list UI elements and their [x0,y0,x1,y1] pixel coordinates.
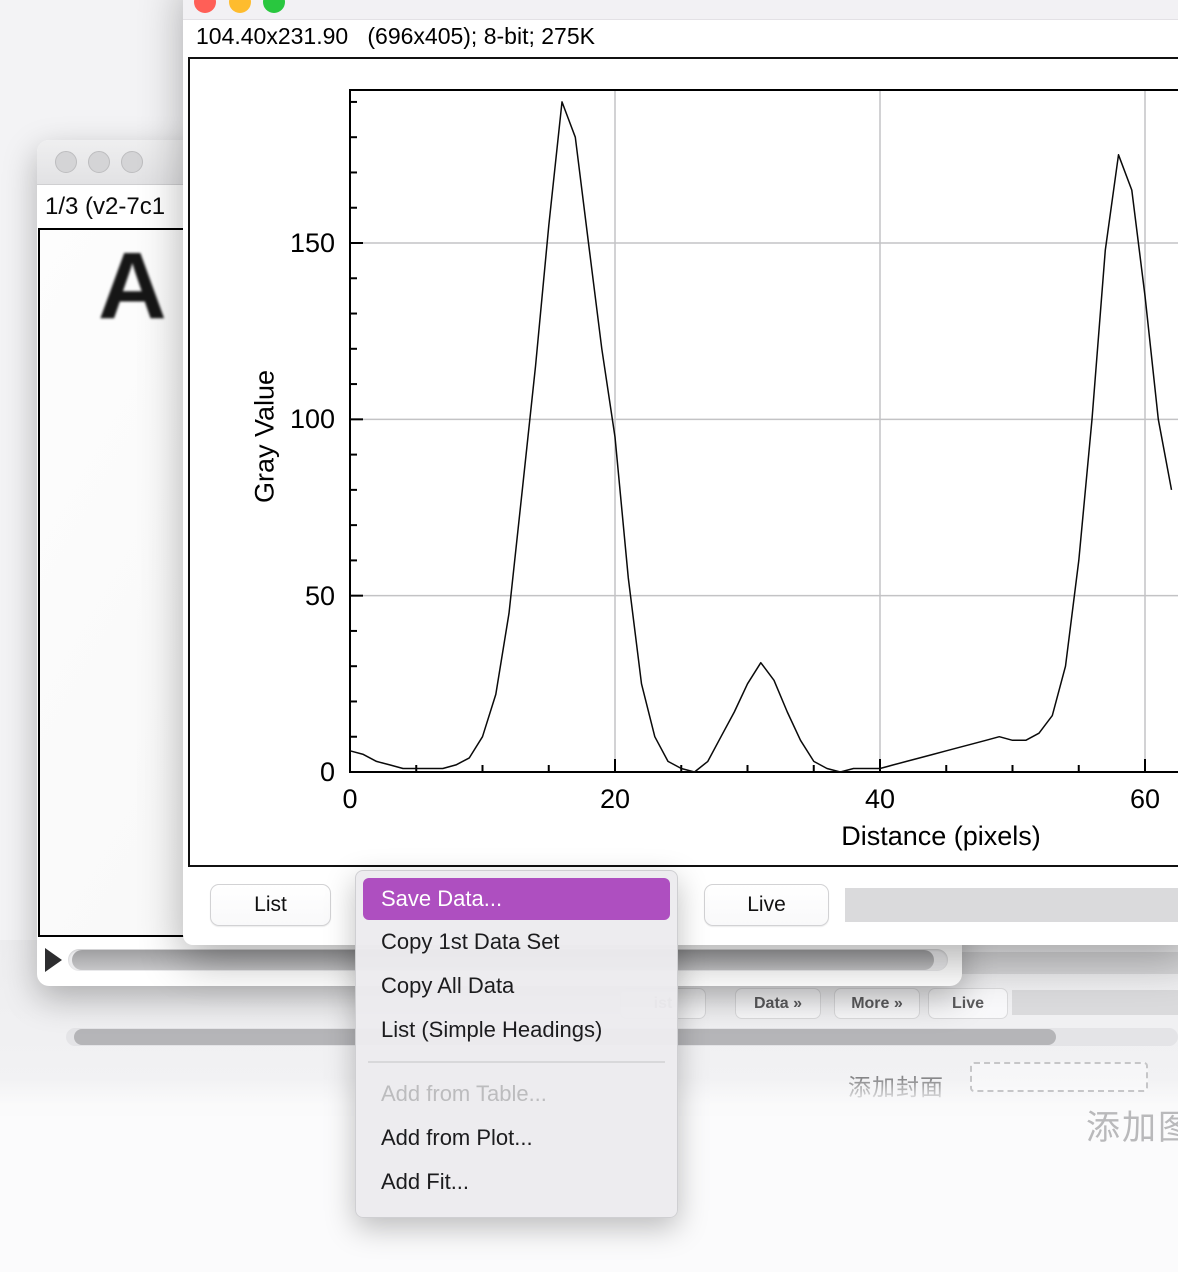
menu-item-list-simple-headings[interactable]: List (Simple Headings) [363,1008,670,1052]
y-tick-label: 150 [245,228,335,258]
y-axis-title: Gray Value [250,302,281,572]
menu-item-save-data[interactable]: Save Data... [363,878,670,920]
x-tick-label: 20 [575,784,655,815]
plot-info-text: 104.40x231.90 (696x405); 8-bit; 275K [196,23,595,50]
x-tick-label: 0 [310,784,390,815]
menu-item-add-fit[interactable]: Add Fit... [363,1160,670,1204]
live-button[interactable]: Live [704,884,829,926]
menu-item-add-from-plot[interactable]: Add from Plot... [363,1116,670,1160]
image-title: 1/3 (v2-7c1 [45,193,165,221]
background-button-data[interactable]: Data » [735,988,821,1019]
minimize-button[interactable] [229,0,251,13]
menu-item-copy-1st-data-set[interactable]: Copy 1st Data Set [363,920,670,964]
plot-chart [190,59,1178,865]
plot-toolbar-gray-area [845,888,1178,922]
menu-item-copy-all-data[interactable]: Copy All Data [363,964,670,1008]
menu-separator [368,1061,665,1063]
minimize-button-inactive[interactable] [88,151,110,173]
x-tick-label: 60 [1105,784,1178,815]
background-progress-bar [1012,990,1178,1015]
play-icon[interactable] [45,948,62,972]
add-image-dropzone[interactable] [970,1062,1148,1092]
data-context-menu: Save Data...Copy 1st Data SetCopy All Da… [355,870,678,1218]
y-tick-label: 50 [245,581,335,611]
zoom-button[interactable] [263,0,285,13]
plot-canvas[interactable]: 0204060050100150 Gray Value Distance (pi… [188,57,1178,867]
image-letter-a: A [98,232,167,341]
close-button[interactable] [194,0,216,13]
plot-window: Plot of Stack 104.40x231.90 (696x405); 8… [183,0,1178,945]
plot-window-titlebar[interactable]: Plot of Stack [183,0,1178,20]
screen: istData »More »Live 添加封面 添加图 1/3 (v2-7c1… [0,0,1178,1272]
background-scrollbar-track[interactable] [962,952,1178,974]
zoom-button-inactive[interactable] [121,151,143,173]
close-button-inactive[interactable] [55,151,77,173]
list-button[interactable]: List [210,884,331,926]
y-tick-label: 0 [245,757,335,787]
menu-item-add-from-table: Add from Table... [363,1072,670,1116]
plot-window-title: Plot of Stack [732,0,1032,7]
background-button-live[interactable]: Live [928,988,1008,1019]
x-tick-label: 40 [840,784,920,815]
x-axis-title: Distance (pixels) [791,821,1091,852]
add-image-label: 添加图 [1086,1100,1178,1149]
background-button-more[interactable]: More » [834,988,920,1019]
